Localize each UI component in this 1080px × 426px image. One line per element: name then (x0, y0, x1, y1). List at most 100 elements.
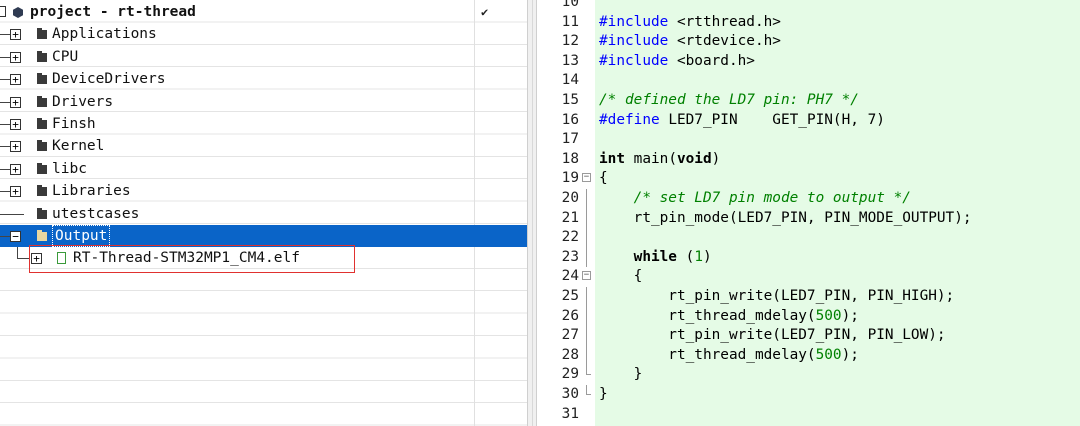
folder-icon (37, 140, 47, 152)
code-token: ) (711, 150, 721, 167)
code-line[interactable]: 27 rt_pin_write(LED7_PIN, PIN_LOW); (537, 326, 1080, 346)
folder-icon (37, 95, 47, 107)
folder-icon (37, 162, 47, 174)
line-number: 27 (561, 327, 579, 344)
code-line[interactable]: 29 } (537, 365, 1080, 385)
code-line[interactable]: 17 (537, 130, 1080, 150)
tree-item-label: CPU (52, 48, 79, 65)
code-keyword: int (599, 150, 625, 167)
preprocessor-directive: #define (599, 111, 660, 128)
line-number: 17 (561, 131, 579, 148)
code-line[interactable]: 11 #include <rtthread.h> (537, 13, 1080, 33)
folder-icon (37, 207, 47, 219)
project-title: project - rt-thread (30, 4, 196, 20)
code-line[interactable]: 14 (537, 71, 1080, 91)
line-number: 11 (561, 13, 579, 30)
code-line[interactable]: 30} (537, 385, 1080, 405)
fold-guide (586, 306, 587, 327)
code-token: <rtthread.h> (668, 13, 781, 30)
fold-end-marker (586, 385, 591, 395)
tree-item-libc[interactable]: + libc (0, 158, 527, 180)
code-text: } (599, 366, 643, 383)
line-number: 13 (561, 52, 579, 69)
code-text: rt_pin_write(LED7_PIN, PIN_HIGH); (599, 288, 955, 304)
expand-plus-icon[interactable]: + (10, 96, 21, 108)
tree-item-libraries[interactable]: + Libraries (0, 180, 527, 202)
code-number: 1 (694, 248, 703, 265)
code-line[interactable]: 20 /* set LD7 pin mode to output */ (537, 189, 1080, 209)
expand-plus-icon[interactable]: + (10, 163, 21, 175)
expand-plus-icon[interactable]: + (10, 29, 21, 41)
code-line[interactable]: 12 #include <rtdevice.h> (537, 32, 1080, 52)
code-text: int main(void) (599, 150, 720, 170)
tree-connector (0, 34, 10, 36)
code-line[interactable]: 31 (537, 405, 1080, 425)
code-editor[interactable]: 10 11 #include <rtthread.h> 12 #include <rtd… (537, 0, 1080, 426)
code-token: <board.h> (668, 52, 755, 69)
code-text: rt_thread_mdelay(500); (599, 307, 859, 327)
folder-icon (37, 50, 47, 62)
code-line[interactable]: 22 (537, 228, 1080, 248)
collapse-icon[interactable] (0, 6, 6, 17)
code-text: #include <board.h> (599, 52, 755, 72)
tree-item-kernel[interactable]: + Kernel (0, 135, 527, 157)
tree-item-cpu[interactable]: + CPU (0, 46, 527, 68)
expand-plus-icon[interactable]: + (10, 74, 21, 86)
panel-splitter[interactable] (527, 0, 537, 426)
code-line[interactable]: 13 #include <board.h> (537, 52, 1080, 72)
code-line[interactable]: 10 (537, 0, 1080, 13)
line-number: 12 (561, 33, 579, 50)
code-comment: /* set LD7 pin mode to output */ (599, 190, 911, 206)
preprocessor-directive: #include (599, 33, 669, 50)
line-number: 15 (561, 92, 579, 108)
tree-item-label: Kernel (52, 138, 105, 155)
code-line[interactable]: 16 #define LED7_PIN GET_PIN(H, 7) (537, 111, 1080, 131)
code-line[interactable]: 23 while (1) (537, 247, 1080, 268)
code-line[interactable]: 18 int main(void) (537, 150, 1080, 170)
folder-icon (37, 185, 47, 197)
tree-root-project[interactable]: project - rt-thread ✔ (0, 1, 527, 23)
code-token: rt_thread_mdelay( (599, 307, 816, 324)
fold-collapse-icon[interactable]: − (582, 173, 591, 183)
code-line[interactable]: 19−{ (537, 169, 1080, 189)
code-number: 500 (815, 307, 842, 324)
code-text: #define LED7_PIN GET_PIN(H, 7) (599, 111, 885, 131)
code-token: ( (676, 248, 695, 265)
code-token: LED7_PIN GET_PIN(H, 7) (659, 111, 885, 128)
code-comment: /* defined the LD7 pin: PH7 */ (599, 92, 859, 108)
line-number: 29 (561, 366, 579, 383)
code-line[interactable]: 28 rt_thread_mdelay(500); (537, 345, 1080, 366)
tree-item-applications[interactable]: + Applications (0, 23, 527, 45)
code-line[interactable]: 21 rt_pin_mode(LED7_PIN, PIN_MODE_OUTPUT… (537, 208, 1080, 229)
code-text: /* set LD7 pin mode to output */ (599, 189, 911, 209)
code-line[interactable]: 15 /* defined the LD7 pin: PH7 */ (537, 91, 1080, 111)
tree-item-utestcases[interactable]: utestcases (0, 203, 527, 225)
tree-item-label: Libraries (52, 183, 131, 200)
tree-item-drivers[interactable]: + Drivers (0, 91, 527, 113)
line-number: 25 (561, 288, 579, 304)
code-token: ) (702, 248, 712, 265)
expand-plus-icon[interactable]: + (10, 141, 21, 153)
tree-item-devicedrivers[interactable]: + DeviceDrivers (0, 68, 527, 90)
tree-connector (0, 191, 10, 193)
code-line[interactable]: 24− { (537, 267, 1080, 287)
fold-guide (586, 345, 587, 366)
line-number: 14 (561, 72, 579, 89)
expand-plus-icon[interactable]: + (10, 119, 21, 130)
code-token: main( (625, 150, 677, 167)
tree-connector (0, 236, 10, 237)
code-text: { (599, 170, 608, 187)
line-number: 18 (561, 150, 579, 167)
expand-plus-icon[interactable]: + (10, 186, 21, 198)
tree-connector (0, 56, 10, 58)
fold-collapse-icon[interactable]: − (582, 271, 591, 281)
code-text: #include <rtthread.h> (599, 13, 781, 33)
tree-connector (0, 101, 10, 103)
project-icon (13, 7, 23, 18)
code-line[interactable]: 25 rt_pin_write(LED7_PIN, PIN_HIGH); (537, 287, 1080, 307)
tree-item-finsh[interactable]: + Finsh (0, 113, 527, 135)
code-line[interactable]: 26 rt_thread_mdelay(500); (537, 306, 1080, 327)
collapse-minus-icon[interactable]: − (10, 231, 21, 242)
fold-guide (586, 228, 587, 248)
expand-plus-icon[interactable]: + (10, 51, 21, 63)
